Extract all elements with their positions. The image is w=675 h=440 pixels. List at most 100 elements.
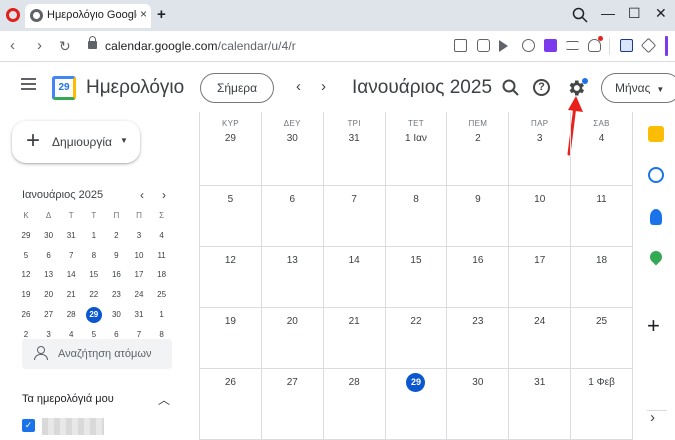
tasks-icon[interactable] xyxy=(648,167,664,183)
day-number[interactable]: 18 xyxy=(571,255,632,266)
day-number[interactable]: 31 xyxy=(324,133,385,144)
day-number[interactable]: 5 xyxy=(200,194,261,205)
day-number[interactable]: 9 xyxy=(447,194,508,205)
day-number[interactable]: 2 xyxy=(447,133,508,144)
mini-day[interactable]: 2 xyxy=(105,226,127,246)
maps-icon[interactable] xyxy=(647,248,665,266)
minimize-button[interactable]: — xyxy=(601,5,615,21)
day-number[interactable]: 26 xyxy=(200,377,261,388)
day-number[interactable]: 23 xyxy=(447,316,508,327)
camera-icon[interactable] xyxy=(477,39,490,52)
day-number[interactable]: 30 xyxy=(447,377,508,388)
day-number[interactable]: 22 xyxy=(386,316,447,327)
day-number[interactable]: 15 xyxy=(386,255,447,266)
day-number[interactable]: 29 xyxy=(200,133,261,144)
mini-day[interactable]: 16 xyxy=(105,265,127,285)
mini-day[interactable]: 12 xyxy=(15,265,37,285)
day-cell[interactable]: 29 xyxy=(385,369,448,440)
day-number[interactable]: 3 xyxy=(509,133,570,144)
day-cell[interactable]: 24 xyxy=(509,308,572,369)
mini-day[interactable]: 27 xyxy=(38,305,60,325)
day-cell[interactable]: 30 xyxy=(447,369,510,440)
people-search-input[interactable]: Αναζήτηση ατόμων xyxy=(22,339,172,369)
mini-day[interactable]: 25 xyxy=(151,285,173,305)
day-number[interactable]: 19 xyxy=(200,316,261,327)
day-cell[interactable]: 22 xyxy=(385,308,448,369)
day-cell[interactable]: 20 xyxy=(261,308,324,369)
day-number[interactable]: 30 xyxy=(262,133,323,144)
day-cell[interactable]: 1 Φεβ xyxy=(571,369,633,440)
forward-button[interactable]: › xyxy=(37,37,42,54)
mini-day[interactable]: 19 xyxy=(15,285,37,305)
day-number[interactable]: 12 xyxy=(200,255,261,266)
calendar-logo-icon[interactable]: 29 xyxy=(52,76,76,100)
mini-day-today[interactable]: 29 xyxy=(83,305,105,325)
day-cell[interactable]: 31 xyxy=(509,369,572,440)
menu-lines-icon[interactable] xyxy=(566,41,579,50)
mini-day[interactable]: 4 xyxy=(151,226,173,246)
help-icon[interactable]: ? xyxy=(533,79,550,96)
play-icon[interactable] xyxy=(522,39,535,52)
mini-day[interactable]: 29 xyxy=(15,226,37,246)
mini-day[interactable]: 30 xyxy=(105,305,127,325)
day-number[interactable]: 4 xyxy=(571,133,632,144)
mini-day[interactable]: 9 xyxy=(105,246,127,266)
day-cell[interactable]: 9 xyxy=(447,186,510,247)
day-number[interactable]: 25 xyxy=(571,316,632,327)
mini-day[interactable]: 1 xyxy=(151,305,173,325)
day-cell[interactable]: ΠΑΡ 3 xyxy=(509,112,572,186)
add-icon[interactable]: + xyxy=(647,313,660,339)
day-cell[interactable]: 15 xyxy=(385,247,448,308)
day-number[interactable]: 28 xyxy=(324,377,385,388)
day-number[interactable]: 17 xyxy=(509,255,570,266)
tab-close-icon[interactable]: × xyxy=(140,7,147,21)
extension-shield-icon[interactable] xyxy=(620,39,633,52)
day-cell[interactable]: 17 xyxy=(509,247,572,308)
mini-day[interactable]: 3 xyxy=(128,226,150,246)
day-number[interactable]: 27 xyxy=(262,377,323,388)
edit-icon[interactable] xyxy=(454,39,467,52)
mini-day[interactable]: 11 xyxy=(151,246,173,266)
day-cell[interactable]: ΤΕΤ 1 Ιαν xyxy=(385,112,448,186)
mini-day[interactable]: 5 xyxy=(15,246,37,266)
keep-icon[interactable] xyxy=(648,126,664,142)
day-number[interactable]: 7 xyxy=(324,194,385,205)
day-cell[interactable]: 6 xyxy=(261,186,324,247)
back-button[interactable]: ‹ xyxy=(10,37,15,54)
mini-day[interactable]: 18 xyxy=(151,265,173,285)
day-number[interactable]: 24 xyxy=(509,316,570,327)
mini-day[interactable]: 23 xyxy=(105,285,127,305)
browser-search-icon[interactable] xyxy=(572,7,588,23)
my-calendars-title[interactable]: Τα ημερολόγιά μου xyxy=(22,393,114,405)
opera-logo-icon[interactable] xyxy=(6,8,20,22)
mini-day[interactable]: 31 xyxy=(60,226,82,246)
day-cell[interactable]: 10 xyxy=(509,186,572,247)
today-button[interactable]: Σήμερα xyxy=(200,73,274,103)
day-cell[interactable]: 21 xyxy=(323,308,386,369)
mini-day[interactable]: 13 xyxy=(38,265,60,285)
url-field[interactable]: calendar.google.com/calendar/u/4/r xyxy=(105,39,296,53)
day-cell[interactable]: 18 xyxy=(571,247,633,308)
mini-prev-month-button[interactable]: ‹ xyxy=(140,188,144,202)
mini-day[interactable]: 1 xyxy=(83,226,105,246)
mini-day[interactable]: 15 xyxy=(83,265,105,285)
day-cell[interactable]: 23 xyxy=(447,308,510,369)
mini-day[interactable]: 8 xyxy=(83,246,105,266)
day-cell[interactable]: 28 xyxy=(323,369,386,440)
day-number[interactable]: 21 xyxy=(324,316,385,327)
day-cell[interactable]: ΠΕΜ 2 xyxy=(447,112,510,186)
day-number[interactable]: 11 xyxy=(571,194,632,205)
day-number[interactable]: 1 Φεβ xyxy=(571,377,632,388)
day-number[interactable]: 6 xyxy=(262,194,323,205)
day-cell[interactable]: 27 xyxy=(261,369,324,440)
mini-day[interactable]: 6 xyxy=(38,246,60,266)
cube-icon[interactable] xyxy=(640,37,657,54)
previous-month-button[interactable]: ‹ xyxy=(296,78,301,95)
mini-day[interactable]: 26 xyxy=(15,305,37,325)
expand-chevron-icon[interactable]: › xyxy=(650,409,655,426)
mini-next-month-button[interactable]: › xyxy=(162,188,166,202)
mini-day[interactable]: 22 xyxy=(83,285,105,305)
day-number[interactable]: 31 xyxy=(509,377,570,388)
day-cell[interactable]: 8 xyxy=(385,186,448,247)
search-icon[interactable] xyxy=(502,79,519,96)
